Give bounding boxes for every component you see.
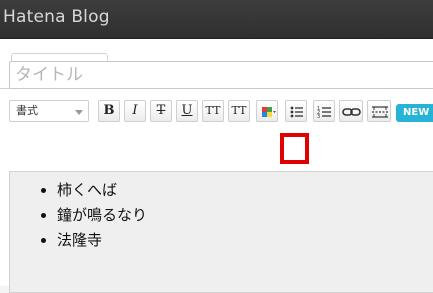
read-more-icon: [372, 106, 388, 118]
italic-icon: I: [132, 103, 138, 118]
numbered-list-button[interactable]: 1 2 3: [313, 100, 335, 122]
font-size-up-button[interactable]: TT: [202, 100, 224, 122]
read-more-button[interactable]: [367, 100, 391, 122]
link-icon: [342, 108, 361, 116]
strikethrough-icon: T: [156, 103, 166, 118]
color-palette-icon: [262, 107, 276, 117]
font-size-down-icon: TT: [231, 104, 247, 117]
bold-icon: B: [103, 103, 115, 118]
list-item: 鐘が鳴るなり: [57, 203, 433, 228]
text-color-button[interactable]: [256, 100, 278, 122]
list-item: 法隆寺: [57, 228, 433, 253]
list-item: 柿くへば: [57, 178, 433, 203]
font-size-down-button[interactable]: TT: [228, 100, 250, 122]
bulleted-list-icon: [290, 106, 303, 118]
app-header: Hatena Blog: [0, 0, 433, 39]
format-select-label: 書式: [16, 104, 38, 117]
app-logo-text[interactable]: Hatena Blog: [3, 7, 110, 27]
bulleted-list-button[interactable]: [285, 100, 307, 122]
strikethrough-button[interactable]: T: [150, 100, 172, 122]
formatting-toolbar: 書式 B I T U TT TT 1 2 3: [0, 98, 433, 124]
link-button[interactable]: [339, 100, 363, 122]
bold-button[interactable]: B: [98, 100, 120, 122]
chevron-down-icon: [75, 110, 83, 115]
italic-button[interactable]: I: [124, 100, 146, 122]
underline-button[interactable]: U: [176, 100, 198, 122]
format-select[interactable]: 書式: [9, 100, 89, 122]
new-feature-badge[interactable]: NEW: [396, 104, 433, 122]
font-size-up-icon: TT: [205, 104, 221, 117]
editor-body[interactable]: 柿くへば 鐘が鳴るなり 法隆寺: [9, 171, 433, 293]
underline-icon: U: [181, 103, 193, 118]
numbered-list-icon: 1 2 3: [317, 106, 331, 120]
bulleted-list: 柿くへば 鐘が鳴るなり 法隆寺: [10, 178, 433, 253]
svg-text:3: 3: [317, 114, 320, 120]
title-input[interactable]: [9, 61, 433, 89]
